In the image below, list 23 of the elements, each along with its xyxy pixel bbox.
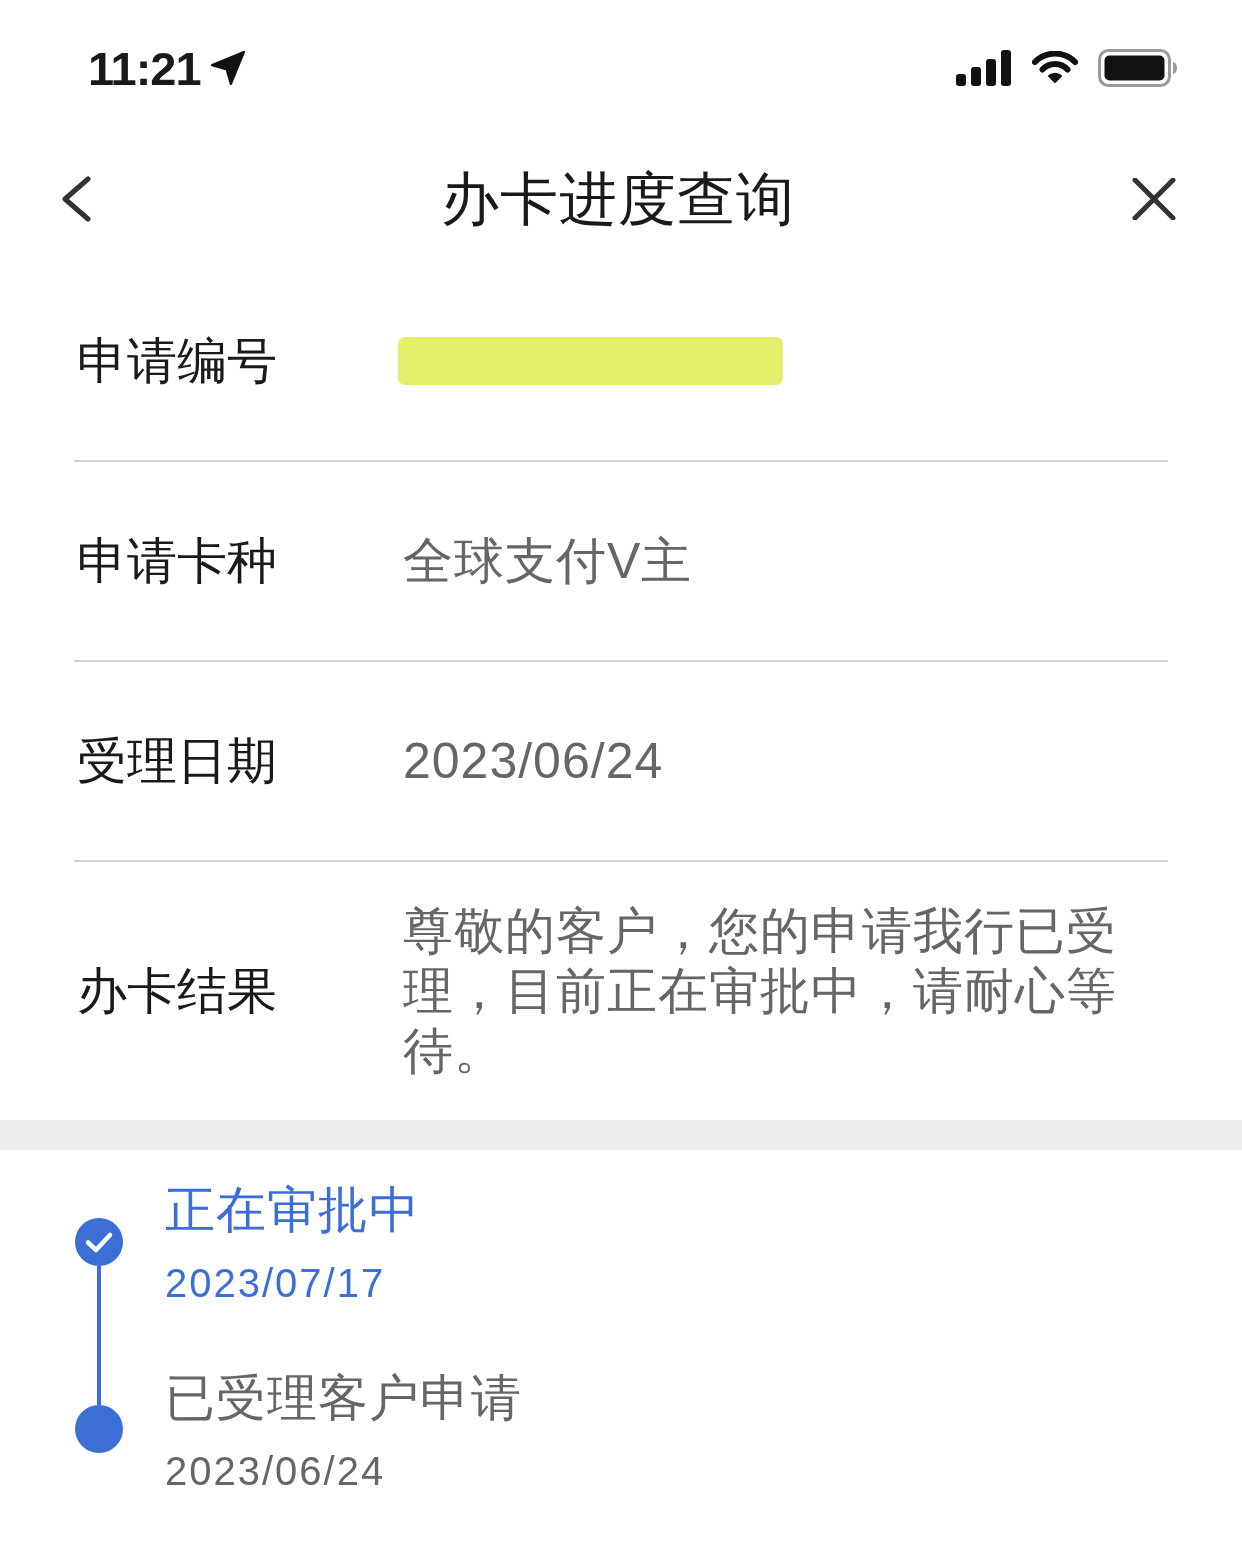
field-label: 申请卡种 [76,532,278,591]
field-value: 2023/06/24 [403,732,665,791]
location-arrow-icon [208,49,247,87]
step-date: 2023/07/17 [165,1260,387,1307]
status-time: 11:21 [88,44,201,92]
wifi-icon [1032,51,1078,85]
field-value: 尊敬的客户，您的申请我行已受理，目前正在审批中，请耐心等待。 [403,902,1118,1081]
signal-icon [956,50,1012,86]
step-title: 已受理客户申请 [165,1369,522,1428]
back-button[interactable] [60,176,92,222]
close-button[interactable] [1132,178,1176,220]
check-circle-icon [75,1218,123,1266]
battery-icon [1098,49,1178,87]
step-date: 2023/06/24 [165,1448,387,1495]
chevron-left-icon [60,176,92,222]
field-label: 受理日期 [76,732,278,791]
page-title: 办卡进度查询 [441,165,795,233]
field-label: 申请编号 [76,332,278,391]
field-label: 办卡结果 [76,962,278,1021]
step-title: 正在审批中 [165,1181,421,1240]
field-value: 全球支付V主 [403,532,694,591]
close-icon [1132,178,1176,220]
dot-icon [75,1405,123,1453]
